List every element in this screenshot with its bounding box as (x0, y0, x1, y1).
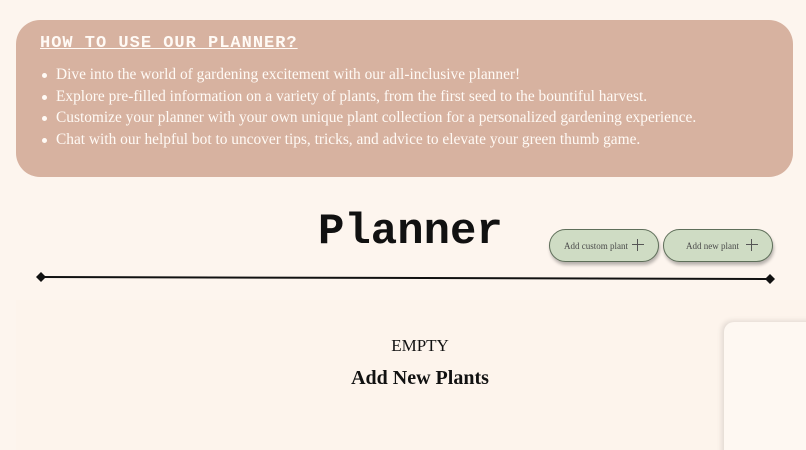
how-to-item: Explore pre-filled information on a vari… (40, 86, 769, 108)
diamond-icon (765, 274, 775, 284)
add-new-plants-heading: Add New Plants (351, 367, 489, 389)
page-title: Planner (318, 207, 503, 257)
plus-icon (744, 237, 760, 253)
planner-page: HOW TO USE OUR PLANNER? Dive into the wo… (0, 0, 806, 450)
plus-icon (630, 237, 646, 253)
how-to-list: Dive into the world of gardening excitem… (40, 64, 769, 150)
add-new-plant-button[interactable]: Add new plant (663, 229, 773, 262)
section-divider (36, 270, 776, 286)
how-to-item: Chat with our helpful bot to uncover tip… (40, 129, 769, 151)
how-to-item: Dive into the world of gardening excitem… (40, 64, 769, 86)
empty-state-label: EMPTY (391, 336, 449, 355)
how-to-title: HOW TO USE OUR PLANNER? (40, 34, 298, 53)
add-new-plant-label: Add new plant (686, 240, 739, 251)
how-to-card: HOW TO USE OUR PLANNER? Dive into the wo… (16, 20, 793, 177)
add-custom-plant-button[interactable]: Add custom plant (549, 229, 659, 262)
how-to-item: Customize your planner with your own uni… (40, 107, 769, 129)
diamond-icon (36, 272, 46, 282)
add-custom-plant-label: Add custom plant (564, 240, 628, 251)
